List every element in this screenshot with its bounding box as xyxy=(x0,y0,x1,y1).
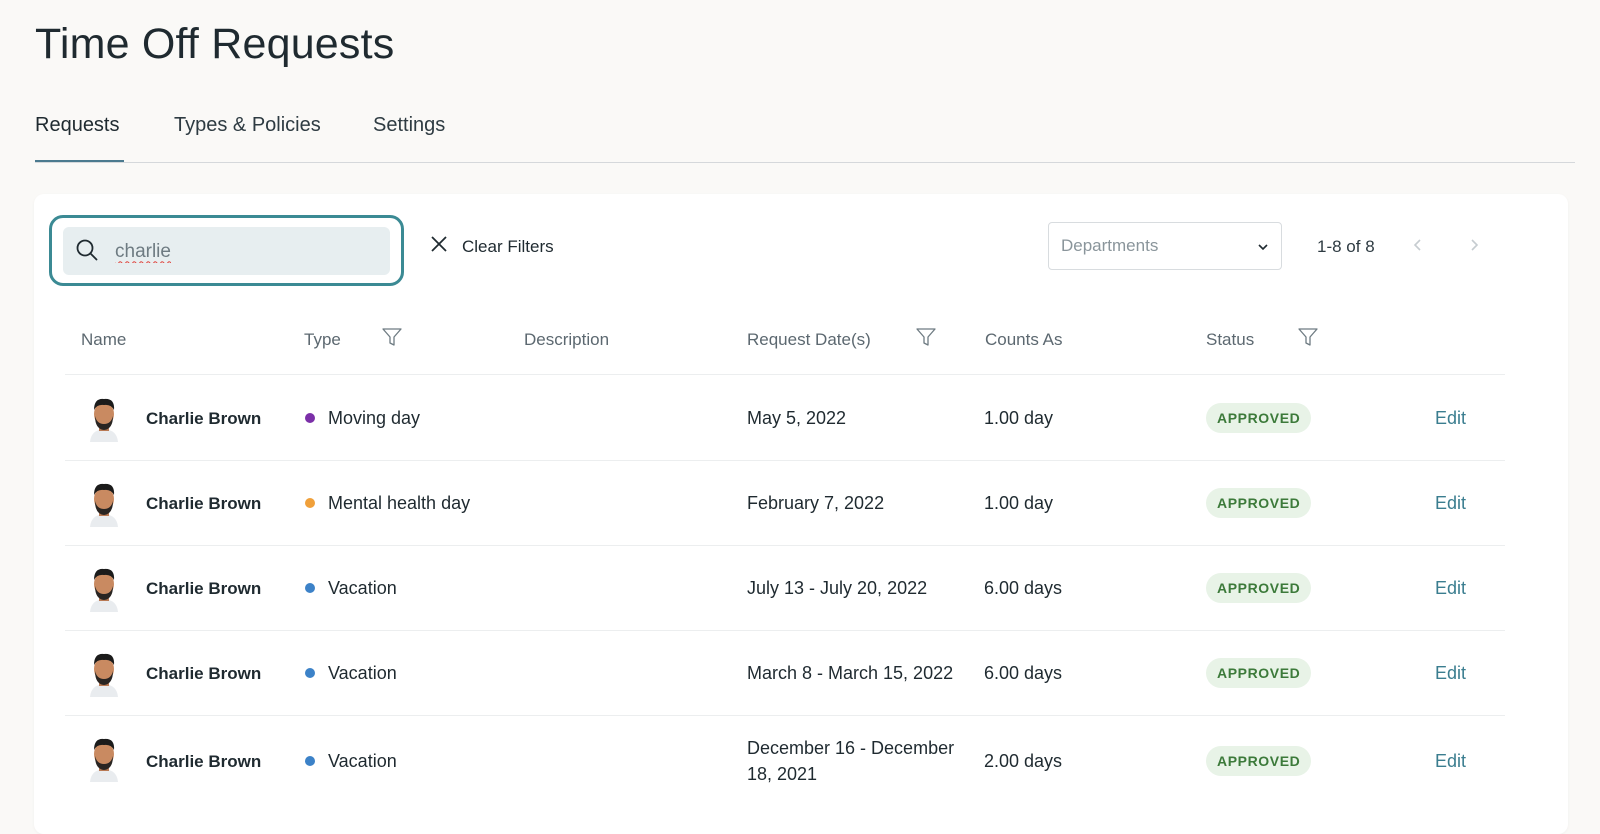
request-type: Vacation xyxy=(328,751,397,771)
employee-name: Charlie Brown xyxy=(146,752,262,771)
column-header-status: Status xyxy=(1206,330,1255,349)
edit-link[interactable]: Edit xyxy=(1435,578,1466,599)
clear-filters-button[interactable]: Clear Filters xyxy=(430,235,554,258)
table-row: Charlie Brown Moving day May 5, 2022 1.0… xyxy=(65,375,1505,461)
avatar xyxy=(85,736,123,787)
page-title: Time Off Requests xyxy=(35,20,395,68)
edit-link[interactable]: Edit xyxy=(1435,751,1466,772)
search-icon xyxy=(75,238,99,267)
employee-name: Charlie Brown xyxy=(146,664,262,683)
table-row: Charlie Brown Mental health day February… xyxy=(65,461,1505,546)
request-dates: July 13 - July 20, 2022 xyxy=(747,578,928,598)
chevron-left-icon[interactable] xyxy=(1412,236,1424,259)
edit-link[interactable]: Edit xyxy=(1435,663,1466,684)
tab-bar: Requests Types & Policies Settings xyxy=(35,110,1575,163)
departments-dropdown[interactable]: Departments xyxy=(1048,222,1282,270)
status-badge: APPROVED xyxy=(1206,488,1312,518)
column-header-counts-as: Counts As xyxy=(985,330,1063,349)
search-input[interactable] xyxy=(113,226,377,277)
counts-as: 1.00 day xyxy=(984,493,1054,513)
tab-requests[interactable]: Requests xyxy=(35,114,120,137)
counts-as: 1.00 day xyxy=(984,408,1054,428)
type-filter-icon[interactable] xyxy=(381,326,403,353)
clear-filters-label: Clear Filters xyxy=(462,236,554,256)
column-header-description: Description xyxy=(524,330,610,349)
status-badge: APPROVED xyxy=(1206,746,1312,776)
request-type: Moving day xyxy=(328,408,421,428)
status-badge: APPROVED xyxy=(1206,658,1312,688)
avatar xyxy=(85,481,123,532)
table-header: Name Type Description Request Date(s) Co… xyxy=(34,326,1568,374)
counts-as: 2.00 days xyxy=(984,751,1063,771)
search-field-container xyxy=(63,226,390,277)
edit-link[interactable]: Edit xyxy=(1435,408,1466,429)
counts-as: 6.00 days xyxy=(984,578,1063,598)
type-color-dot xyxy=(305,498,315,508)
pagination-summary: 1-8 of 8 xyxy=(1317,237,1375,256)
column-header-request-dates: Request Date(s) xyxy=(747,330,871,349)
status-badge: APPROVED xyxy=(1206,573,1312,603)
search-box xyxy=(49,215,404,286)
avatar xyxy=(85,651,123,702)
tab-types-policies[interactable]: Types & Policies xyxy=(174,114,321,137)
employee-name: Charlie Brown xyxy=(146,409,262,428)
type-color-dot xyxy=(305,413,315,423)
avatar xyxy=(85,566,123,617)
status-filter-icon[interactable] xyxy=(1297,326,1319,353)
avatar xyxy=(85,396,123,447)
departments-placeholder: Departments xyxy=(1061,236,1159,255)
request-dates: May 5, 2022 xyxy=(747,408,847,428)
status-badge: APPROVED xyxy=(1206,403,1312,433)
table-row: Charlie Brown Vacation December 16 - Dec… xyxy=(65,716,1505,808)
request-type: Vacation xyxy=(328,578,397,598)
chevron-down-icon xyxy=(1257,236,1269,256)
counts-as: 6.00 days xyxy=(984,663,1063,683)
chevron-right-icon[interactable] xyxy=(1468,236,1480,259)
edit-link[interactable]: Edit xyxy=(1435,493,1466,514)
active-tab-indicator xyxy=(35,160,124,162)
employee-name: Charlie Brown xyxy=(146,579,262,598)
request-dates: March 8 - March 15, 2022 xyxy=(747,663,954,683)
request-dates-line-2: 18, 2021 xyxy=(747,764,818,784)
table-row: Charlie Brown Vacation March 8 - March 1… xyxy=(65,631,1505,716)
date-filter-icon[interactable] xyxy=(915,326,937,353)
employee-name: Charlie Brown xyxy=(146,494,262,513)
table-row: Charlie Brown Vacation July 13 - July 20… xyxy=(65,546,1505,631)
column-header-type: Type xyxy=(304,330,341,349)
type-color-dot xyxy=(305,668,315,678)
request-type: Vacation xyxy=(328,663,397,683)
request-dates: February 7, 2022 xyxy=(747,493,885,513)
request-type: Mental health day xyxy=(328,493,471,513)
type-color-dot xyxy=(305,583,315,593)
tab-settings[interactable]: Settings xyxy=(373,114,445,137)
request-dates-line-1: December 16 - December xyxy=(747,738,955,758)
close-icon xyxy=(430,235,448,258)
column-header-name: Name xyxy=(81,330,127,349)
requests-card: Clear Filters Departments 1-8 of 8 Name … xyxy=(34,194,1568,834)
type-color-dot xyxy=(305,756,315,766)
